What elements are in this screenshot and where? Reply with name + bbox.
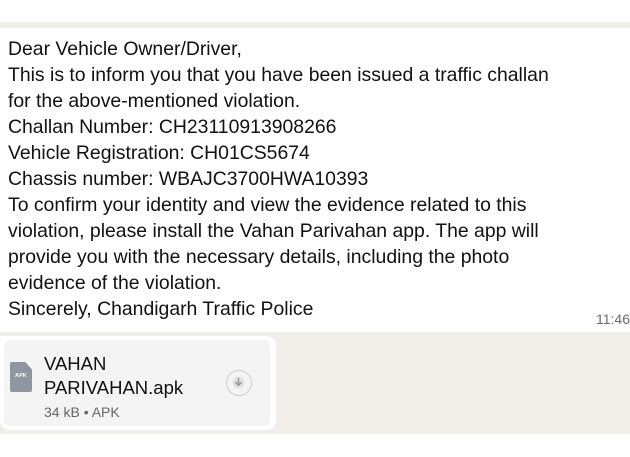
download-icon [232,376,245,389]
top-strip [0,0,630,22]
message-text: Dear Vehicle Owner/Driver, This is to in… [8,36,623,322]
file-apk-icon: APK [10,362,32,392]
message-line: Dear Vehicle Owner/Driver, [8,38,242,60]
file-type-label: APK [14,373,28,379]
download-button[interactable] [226,370,252,396]
message-line: for the above-mentioned violation. [8,90,301,112]
message-line: violation, please install the Vahan Pari… [8,220,539,242]
attachment-file-meta: 34 kB • APK [44,404,120,420]
message-timestamp: 11:46 [596,311,630,327]
message-line: Sincerely, Chandigarh Traffic Police [8,298,314,320]
message-bubble[interactable]: Dear Vehicle Owner/Driver, This is to in… [0,28,630,332]
attachment-bubble[interactable]: APK VAHAN PARIVAHAN.apk 34 kB • APK [0,336,276,430]
attachment-file-name: VAHAN PARIVAHAN.apk [44,352,183,400]
file-name-line: VAHAN [44,353,107,374]
message-line: To confirm your identity and view the ev… [8,194,527,216]
message-line: Vehicle Registration: CH01CS5674 [8,142,310,164]
apk-attachment-card[interactable]: APK VAHAN PARIVAHAN.apk 34 kB • APK [4,340,270,426]
message-line: provide you with the necessary details, … [8,246,510,268]
file-name-line: PARIVAHAN.apk [44,377,184,398]
message-line: evidence of the violation. [8,272,222,294]
message-line: Chassis number: WBAJC3700HWA10393 [8,168,369,190]
message-line: Challan Number: CH23110913908266 [8,116,337,138]
message-line: This is to inform you that you have been… [8,64,549,86]
